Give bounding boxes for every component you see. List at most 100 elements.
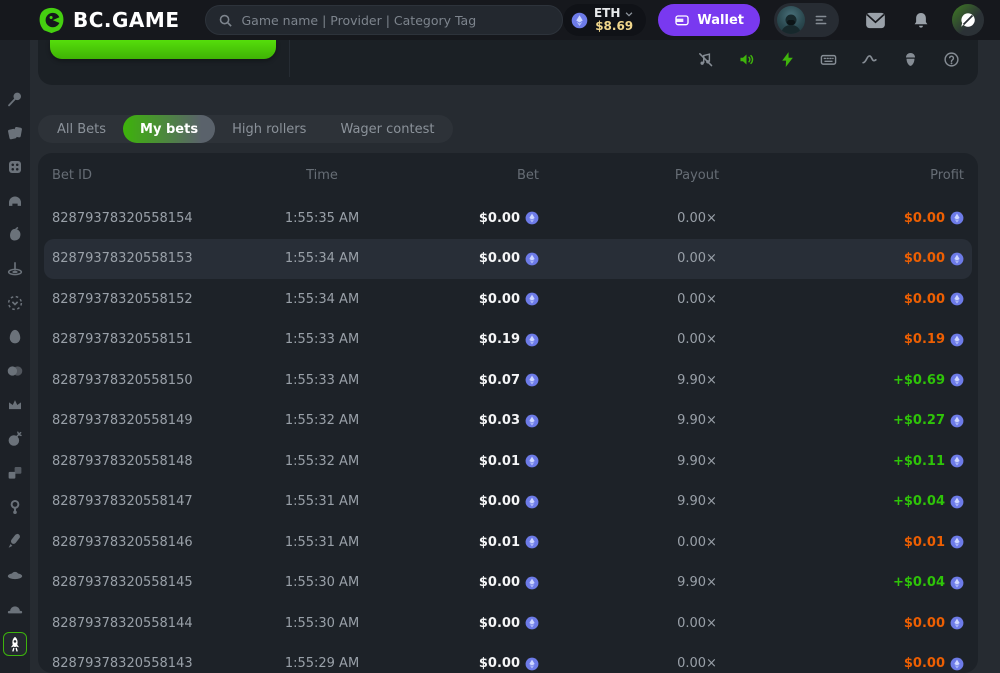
game-panel [38, 40, 978, 85]
table-row[interactable]: 82879378320558148 1:55:32 AM $0.01 9.90×… [52, 441, 964, 482]
sidebar-game-boxes-icon[interactable] [4, 462, 26, 483]
sidebar-game-dice-icon[interactable] [4, 156, 26, 177]
profit-amount: $0.00 [855, 616, 964, 631]
sidebar-game-egg-icon[interactable] [4, 326, 26, 347]
table-row[interactable]: 82879378320558146 1:55:31 AM $0.01 0.00×… [52, 522, 964, 563]
bet-amount: $0.00 [402, 251, 539, 266]
sidebar-game-comet-icon[interactable] [4, 88, 26, 109]
table-header-row: Bet ID Time Bet Payout Profit [52, 153, 964, 198]
bet-button[interactable] [50, 40, 276, 59]
table-row[interactable]: 82879378320558150 1:55:33 AM $0.07 9.90×… [52, 360, 964, 401]
eth-coin-icon [950, 292, 964, 306]
profit-value: $0.00 [903, 210, 945, 226]
payout-multiplier: 0.00× [677, 656, 717, 672]
table-row[interactable]: 82879378320558153 1:55:34 AM $0.00 0.00×… [44, 238, 972, 279]
profit-amount: $0.19 [855, 332, 964, 347]
music-off-icon[interactable] [697, 51, 714, 68]
payout-multiplier: 0.00× [677, 251, 717, 267]
sidebar-game-helmet-icon[interactable] [4, 190, 26, 211]
tab-all-bets[interactable]: All Bets [40, 115, 123, 143]
chat-button[interactable] [952, 4, 984, 36]
sidebar-game-crown-icon[interactable] [4, 394, 26, 415]
profit-value: +$0.11 [892, 453, 945, 469]
eth-coin-icon [950, 414, 964, 428]
sound-icon[interactable] [738, 51, 755, 68]
sidebar-game-ufo-icon[interactable] [4, 564, 26, 585]
sidebar-game-coins-icon[interactable] [4, 360, 26, 381]
sidebar-game-cards-icon[interactable] [4, 122, 26, 143]
sidebar-game-paw-icon[interactable] [4, 669, 26, 673]
eth-coin-icon [525, 292, 539, 306]
bets-tab-bar: All Bets My bets High rollers Wager contest [38, 115, 454, 143]
wallet-button[interactable]: Wallet [658, 4, 760, 36]
table-row[interactable]: 82879378320558151 1:55:33 AM $0.19 0.00×… [52, 320, 964, 361]
wallet-button-label: Wallet [697, 12, 744, 28]
sidebar-game-plinko-target-icon[interactable] [4, 258, 26, 279]
bet-id: 82879378320558150 [52, 372, 193, 388]
table-row[interactable]: 82879378320558147 1:55:31 AM $0.00 9.90×… [52, 482, 964, 523]
eth-coin-icon [950, 252, 964, 266]
sidebar-game-mango-icon[interactable] [4, 224, 26, 245]
bell-icon[interactable] [912, 11, 930, 30]
tab-my-bets[interactable]: My bets [123, 115, 216, 143]
table-row[interactable]: 82879378320558145 1:55:30 AM $0.00 9.90×… [52, 563, 964, 604]
bet-id: 82879378320558148 [52, 453, 193, 469]
eth-coin-icon [525, 454, 539, 468]
sidebar-game-hat-icon[interactable] [4, 598, 26, 619]
sidebar-game-keyhole-icon[interactable] [4, 496, 26, 517]
table-row[interactable]: 82879378320558143 1:55:29 AM $0.00 0.00×… [52, 644, 964, 673]
game-search-bar[interactable] [205, 5, 563, 35]
bet-value: $0.00 [478, 575, 520, 591]
hotkeys-keyboard-icon[interactable] [820, 51, 837, 68]
table-row[interactable]: 82879378320558154 1:55:35 AM $0.00 0.00×… [52, 198, 964, 239]
help-icon[interactable] [943, 51, 960, 68]
tab-wager-contest[interactable]: Wager contest [323, 115, 451, 143]
profit-value: +$0.04 [892, 575, 945, 591]
bet-id: 82879378320558152 [52, 291, 193, 307]
col-header-bet: Bet [516, 168, 539, 183]
sidebar-game-limbo-icon[interactable] [4, 292, 26, 313]
sidebar-game-bomb-icon[interactable] [4, 428, 26, 449]
bet-value: $0.01 [478, 534, 520, 550]
bet-id: 82879378320558151 [52, 332, 193, 348]
profile-menu[interactable] [774, 3, 839, 37]
bc-game-logo[interactable]: BC.GAME [38, 7, 179, 34]
table-row[interactable]: 82879378320558149 1:55:32 AM $0.03 9.90×… [52, 401, 964, 442]
seed-icon[interactable] [902, 51, 919, 68]
search-input[interactable] [241, 12, 550, 28]
bet-value: $0.00 [478, 291, 520, 307]
table-row[interactable]: 82879378320558144 1:55:30 AM $0.00 0.00×… [52, 603, 964, 644]
profit-value: $0.01 [903, 534, 945, 550]
panel-divider [289, 40, 290, 77]
bet-amount: $0.00 [402, 575, 539, 590]
sidebar-game-missile-icon[interactable] [4, 530, 26, 551]
trends-icon[interactable] [861, 51, 878, 68]
game-toolbar [697, 51, 960, 68]
bet-amount: $0.01 [402, 454, 539, 469]
payout-multiplier: 0.00× [677, 534, 717, 550]
currency-selector[interactable]: ETH $8.69 [562, 4, 647, 36]
logo-wordmark: BC.GAME [73, 8, 180, 32]
eth-coin-icon [525, 373, 539, 387]
profit-amount: $0.00 [855, 211, 964, 226]
bet-amount: $0.00 [402, 292, 539, 307]
tab-high-rollers[interactable]: High rollers [215, 115, 323, 143]
eth-coin-icon [525, 657, 539, 671]
menu-list-icon [813, 13, 829, 27]
bet-id: 82879378320558149 [52, 413, 193, 429]
sidebar-game-crash-rocket-icon[interactable] [3, 632, 27, 656]
profit-amount: $0.01 [855, 535, 964, 550]
eth-coin-icon [950, 373, 964, 387]
turbo-bolt-icon[interactable] [779, 51, 796, 68]
bet-time: 1:55:30 AM [284, 575, 360, 591]
profit-value: +$0.04 [892, 494, 945, 510]
mail-icon[interactable] [865, 12, 886, 29]
bet-amount: $0.00 [402, 616, 539, 631]
eth-coin-icon [525, 252, 539, 266]
eth-coin-icon [950, 454, 964, 468]
bet-time: 1:55:33 AM [284, 332, 360, 348]
table-row[interactable]: 82879378320558152 1:55:34 AM $0.00 0.00×… [52, 279, 964, 320]
profit-value: $0.00 [903, 615, 945, 631]
bet-time: 1:55:30 AM [284, 615, 360, 631]
col-header-bet-id: Bet ID [52, 168, 92, 183]
